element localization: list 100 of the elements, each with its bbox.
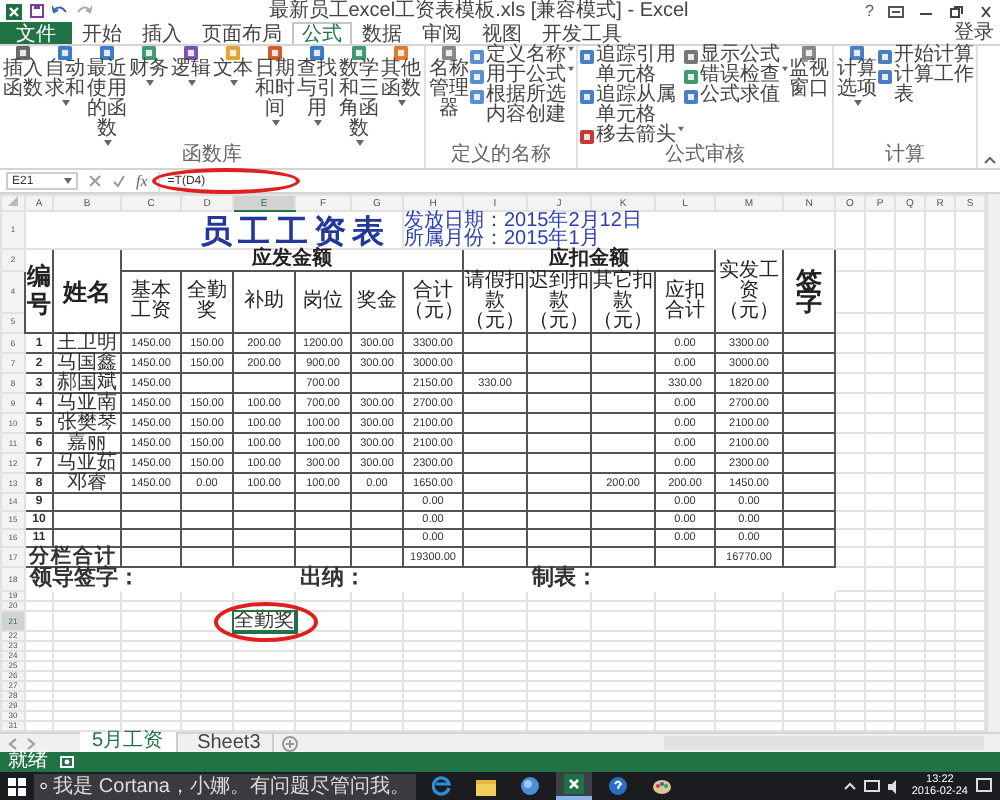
column-group-heading: 应扣金额 [463, 249, 715, 271]
save-icon[interactable] [30, 4, 44, 18]
ribbon-tab[interactable]: 插入 [132, 22, 192, 44]
ribbon-button[interactable]: 查找与引用 [296, 46, 338, 126]
ribbon-button[interactable]: 错误检查 [684, 66, 788, 86]
column-heading: 奖金 [351, 271, 403, 333]
ribbon-button[interactable]: 追踪从属单元格 [580, 86, 684, 126]
group-label: 计算 [885, 146, 925, 168]
cancel-icon[interactable] [88, 174, 102, 188]
caret-icon [568, 66, 574, 72]
vertical-scrollbar[interactable] [986, 194, 1000, 732]
group-label: 函数库 [182, 146, 242, 168]
column-heading: 请假扣款（元） [463, 271, 527, 333]
ribbon-tab[interactable]: 开始 [72, 22, 132, 44]
caret-icon [229, 80, 237, 86]
ribbon-tab[interactable]: 页面布局 [192, 22, 292, 44]
caret-icon [271, 120, 279, 126]
ribbon-button[interactable]: 最近使用的函数 [86, 46, 128, 146]
paint-palette-icon [652, 776, 672, 796]
ribbon-tab[interactable]: 视图 [472, 22, 532, 44]
windows-logo-icon[interactable] [8, 777, 26, 795]
sign-in-link[interactable]: 登录 [954, 22, 994, 44]
ribbon-button[interactable]: 名称管理器 [428, 46, 470, 120]
network-icon[interactable] [863, 779, 880, 793]
table-cell: 邓睿 [53, 473, 121, 493]
signature-label: 制表： [532, 566, 598, 590]
restore-icon[interactable] [948, 5, 964, 17]
ribbon-button[interactable]: 数学和三角函数 [338, 46, 380, 146]
column-heading: 全勤奖 [181, 271, 233, 333]
notification-icon[interactable] [976, 778, 992, 794]
caret-icon [145, 80, 153, 86]
status-text: 就绪 [8, 752, 48, 772]
tile-icon [580, 89, 594, 103]
column-heading: 签字 [783, 249, 835, 333]
horizontal-scrollbar[interactable] [664, 736, 984, 750]
ribbon-button[interactable]: 移去箭头 [580, 126, 684, 146]
table-cell: 张樊琴 [53, 413, 121, 433]
ribbon-button[interactable]: 财务 [128, 46, 170, 86]
ribbon-tab[interactable]: 开发工具 [532, 22, 632, 44]
ribbon-button[interactable]: 监视窗口 [788, 46, 830, 100]
ribbon-button[interactable]: 自动求和 [44, 46, 86, 106]
column-heading: 补助 [233, 271, 295, 333]
macro-record-icon[interactable] [60, 756, 74, 768]
ribbon-button[interactable]: 根据所选内容创建 [470, 86, 574, 126]
tile-icon [684, 69, 698, 83]
ribbon-button[interactable]: 公式求值 [684, 86, 788, 106]
ribbon-button[interactable]: 开始计算 [878, 46, 974, 66]
ribbon-button[interactable]: 计算选项 [836, 46, 878, 106]
caret-icon [355, 140, 363, 146]
column-heading: 姓名 [53, 249, 121, 333]
undo-icon[interactable] [52, 4, 68, 18]
caret-icon [853, 100, 861, 106]
table-cell: 嘉丽 [53, 433, 121, 453]
column-heading: 合计（元） [403, 271, 463, 333]
ribbon-button[interactable]: 文本 [212, 46, 254, 86]
column-heading: 迟到扣款（元） [527, 271, 591, 333]
file-menu-tab[interactable]: 文件 [0, 22, 72, 44]
ribbon-button[interactable]: 用于公式 [470, 66, 574, 86]
tile-icon [580, 49, 594, 63]
tile-icon [470, 89, 484, 103]
check-icon[interactable] [112, 174, 126, 188]
ribbon-tab[interactable]: 审阅 [412, 22, 472, 44]
caret-icon [313, 120, 321, 126]
caret-icon [568, 46, 574, 52]
ribbon-button[interactable]: 逻辑 [170, 46, 212, 86]
ribbon-button[interactable]: 追踪引用单元格 [580, 46, 684, 86]
tile-icon [684, 49, 698, 63]
caret-icon [782, 66, 788, 72]
signature-label: 领导签字： [30, 566, 140, 590]
table-cell: 马亚茹 [53, 453, 121, 473]
ribbon-button[interactable]: 计算工作表 [878, 66, 974, 106]
folder-icon [476, 777, 496, 795]
column-heading: 其它扣款（元） [591, 271, 655, 333]
ribbon-button[interactable]: 其他函数 [380, 46, 422, 106]
tile-icon [878, 49, 892, 63]
ribbon-tab[interactable]: 公式 [292, 22, 352, 44]
insert-function-button[interactable]: fx [136, 172, 148, 190]
ribbon-button[interactable]: 定义名称 [470, 46, 574, 66]
help-icon [608, 776, 628, 796]
ribbon-display-icon[interactable] [888, 5, 904, 17]
ribbon-button[interactable]: 显示公式 [684, 46, 788, 66]
tile-icon [684, 89, 698, 103]
close-icon[interactable] [978, 5, 994, 17]
search-field[interactable]: 我是 Cortana，小娜。有问题尽管问我。 [34, 773, 416, 799]
column-group-heading: 应发金额 [121, 249, 463, 271]
ribbon-button[interactable]: 日期和时间 [254, 46, 296, 126]
collapse-ribbon-icon[interactable] [984, 156, 996, 164]
ribbon-tab[interactable]: 数据 [352, 22, 412, 44]
table-cell: 马国鑫 [53, 353, 121, 373]
taskbar-app[interactable] [556, 772, 592, 800]
browser-e-icon [432, 776, 452, 796]
globe-icon [520, 776, 540, 796]
caret-icon [678, 126, 684, 132]
group-label: 公式审核 [665, 146, 745, 168]
caret-icon [61, 100, 69, 106]
help-button[interactable]: ? [865, 1, 874, 21]
ribbon-button[interactable]: 插入函数 [2, 46, 44, 100]
table-cell: 王卫明 [53, 333, 121, 353]
annotation-ellipse [214, 602, 318, 642]
column-heading: 岗位 [295, 271, 351, 333]
